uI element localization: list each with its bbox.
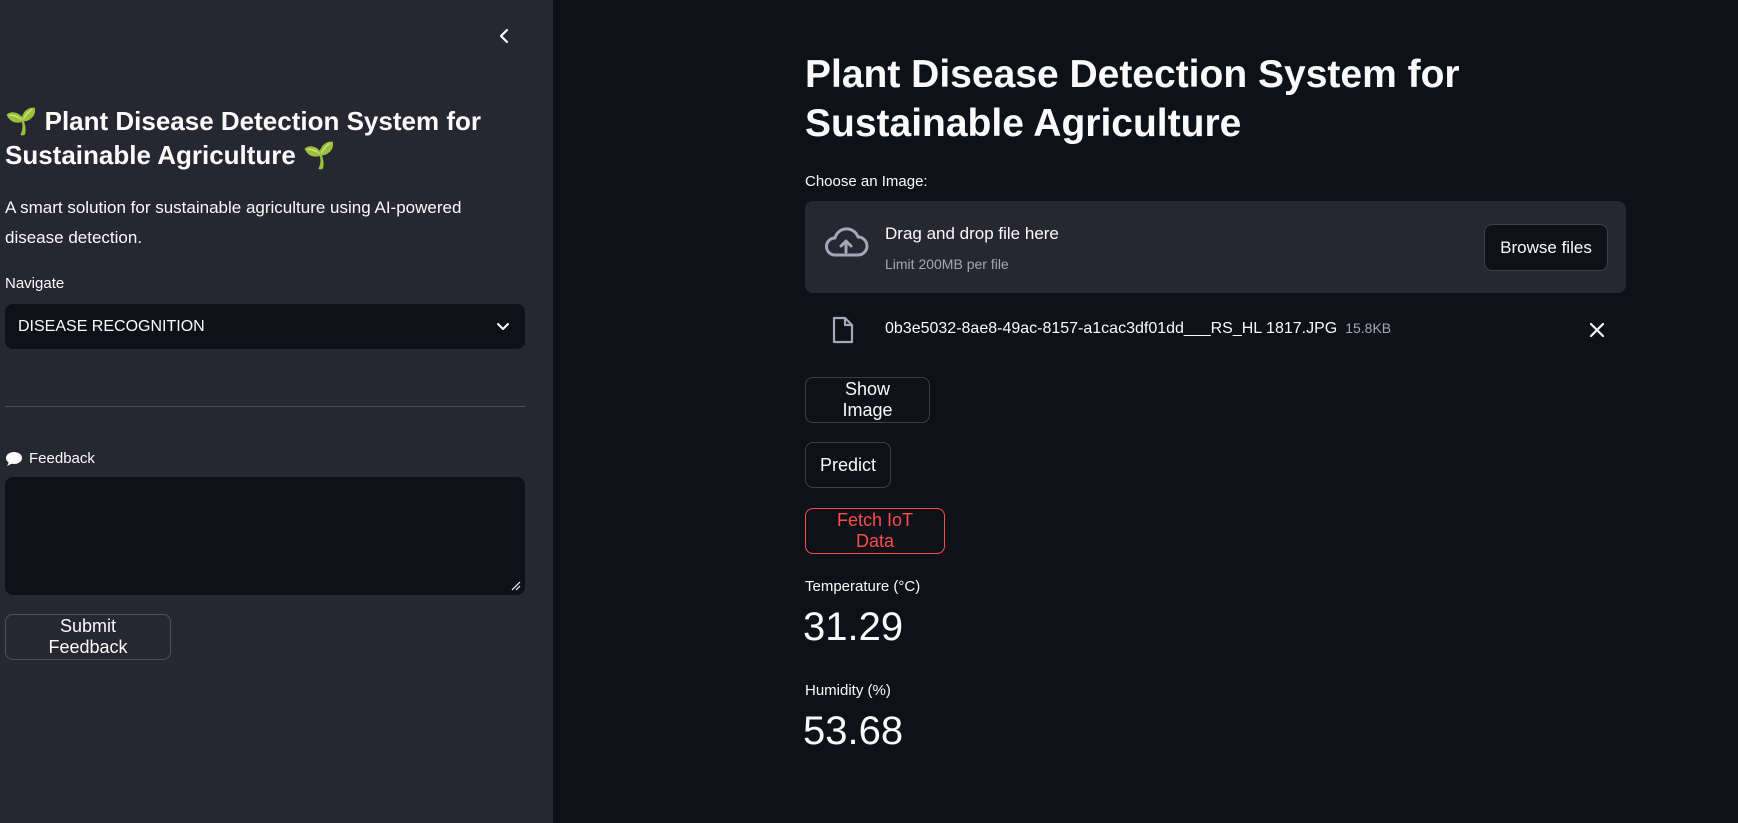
collapse-sidebar-button[interactable] bbox=[492, 24, 516, 48]
file-info: 0b3e5032-8ae8-49ac-8157-a1cac3df01dd___R… bbox=[885, 320, 1391, 338]
sidebar: 🌱 Plant Disease Detection System for Sus… bbox=[0, 0, 553, 823]
feedback-textarea[interactable] bbox=[5, 477, 525, 595]
fetch-iot-data-button[interactable]: Fetch IoT Data bbox=[805, 508, 945, 554]
predict-button[interactable]: Predict bbox=[805, 442, 891, 488]
page-title: Plant Disease Detection System for Susta… bbox=[805, 53, 1460, 145]
file-name: 0b3e5032-8ae8-49ac-8157-a1cac3df01dd___R… bbox=[885, 320, 1338, 337]
humidity-value: 53.68 bbox=[803, 709, 904, 753]
speech-bubble-icon bbox=[6, 451, 22, 466]
resize-grip-icon[interactable] bbox=[511, 581, 521, 591]
browse-files-button[interactable]: Browse files bbox=[1484, 224, 1608, 271]
feedback-label-row: Feedback bbox=[5, 450, 95, 467]
file-dropzone[interactable]: Drag and drop file here Limit 200MB per … bbox=[805, 201, 1626, 293]
close-icon[interactable] bbox=[1588, 321, 1606, 339]
dropzone-title: Drag and drop file here bbox=[885, 224, 1059, 243]
feedback-label: Feedback bbox=[29, 450, 95, 467]
sidebar-title: 🌱 Plant Disease Detection System for Sus… bbox=[5, 106, 481, 170]
dropzone-limit: Limit 200MB per file bbox=[885, 256, 1009, 272]
sidebar-divider bbox=[5, 406, 525, 407]
file-size: 15.8KB bbox=[1345, 320, 1392, 336]
cloud-upload-icon bbox=[825, 227, 869, 257]
chevron-left-icon bbox=[499, 28, 509, 44]
file-icon bbox=[832, 316, 854, 344]
humidity-label: Humidity (%) bbox=[805, 682, 891, 699]
navigate-select-value: DISEASE RECOGNITION bbox=[18, 317, 205, 335]
sidebar-description: A smart solution for sustainable agricul… bbox=[5, 198, 462, 247]
uploaded-file: 0b3e5032-8ae8-49ac-8157-a1cac3df01dd___R… bbox=[805, 313, 1626, 347]
show-image-button[interactable]: Show Image bbox=[805, 377, 930, 423]
upload-label: Choose an Image: bbox=[805, 173, 928, 190]
navigate-label: Navigate bbox=[5, 275, 65, 292]
navigate-select[interactable]: DISEASE RECOGNITION bbox=[5, 304, 525, 349]
temperature-label: Temperature (°C) bbox=[805, 578, 921, 595]
submit-feedback-button[interactable]: Submit Feedback bbox=[5, 614, 171, 660]
chevron-down-icon bbox=[497, 322, 509, 330]
temperature-value: 31.29 bbox=[803, 605, 904, 649]
